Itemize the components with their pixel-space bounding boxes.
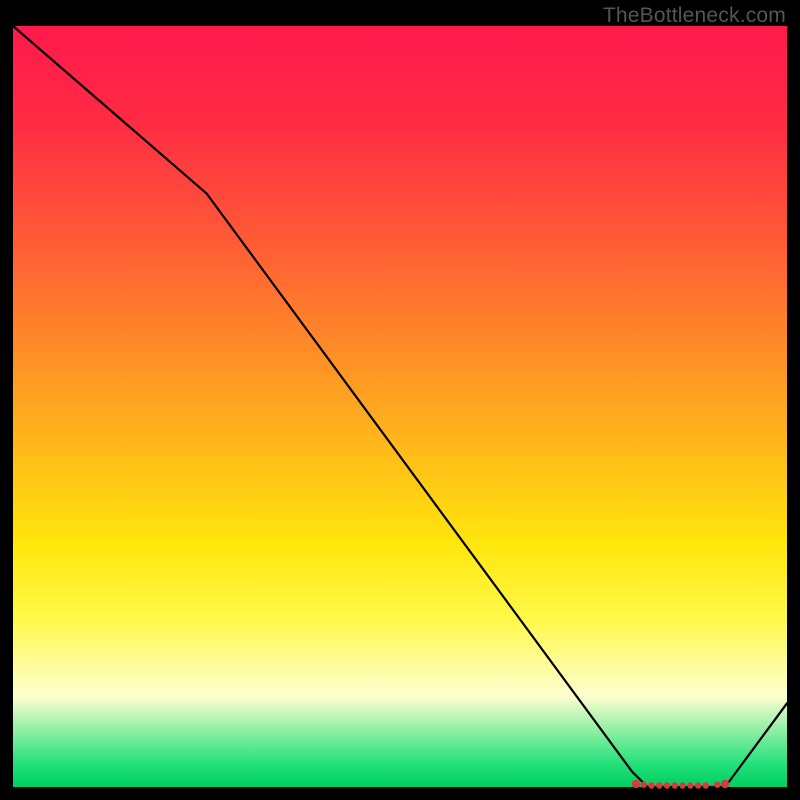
- chart-canvas: TheBottleneck.com: [0, 0, 800, 800]
- watermark-text: TheBottleneck.com: [603, 4, 786, 28]
- plot-area: [13, 26, 787, 787]
